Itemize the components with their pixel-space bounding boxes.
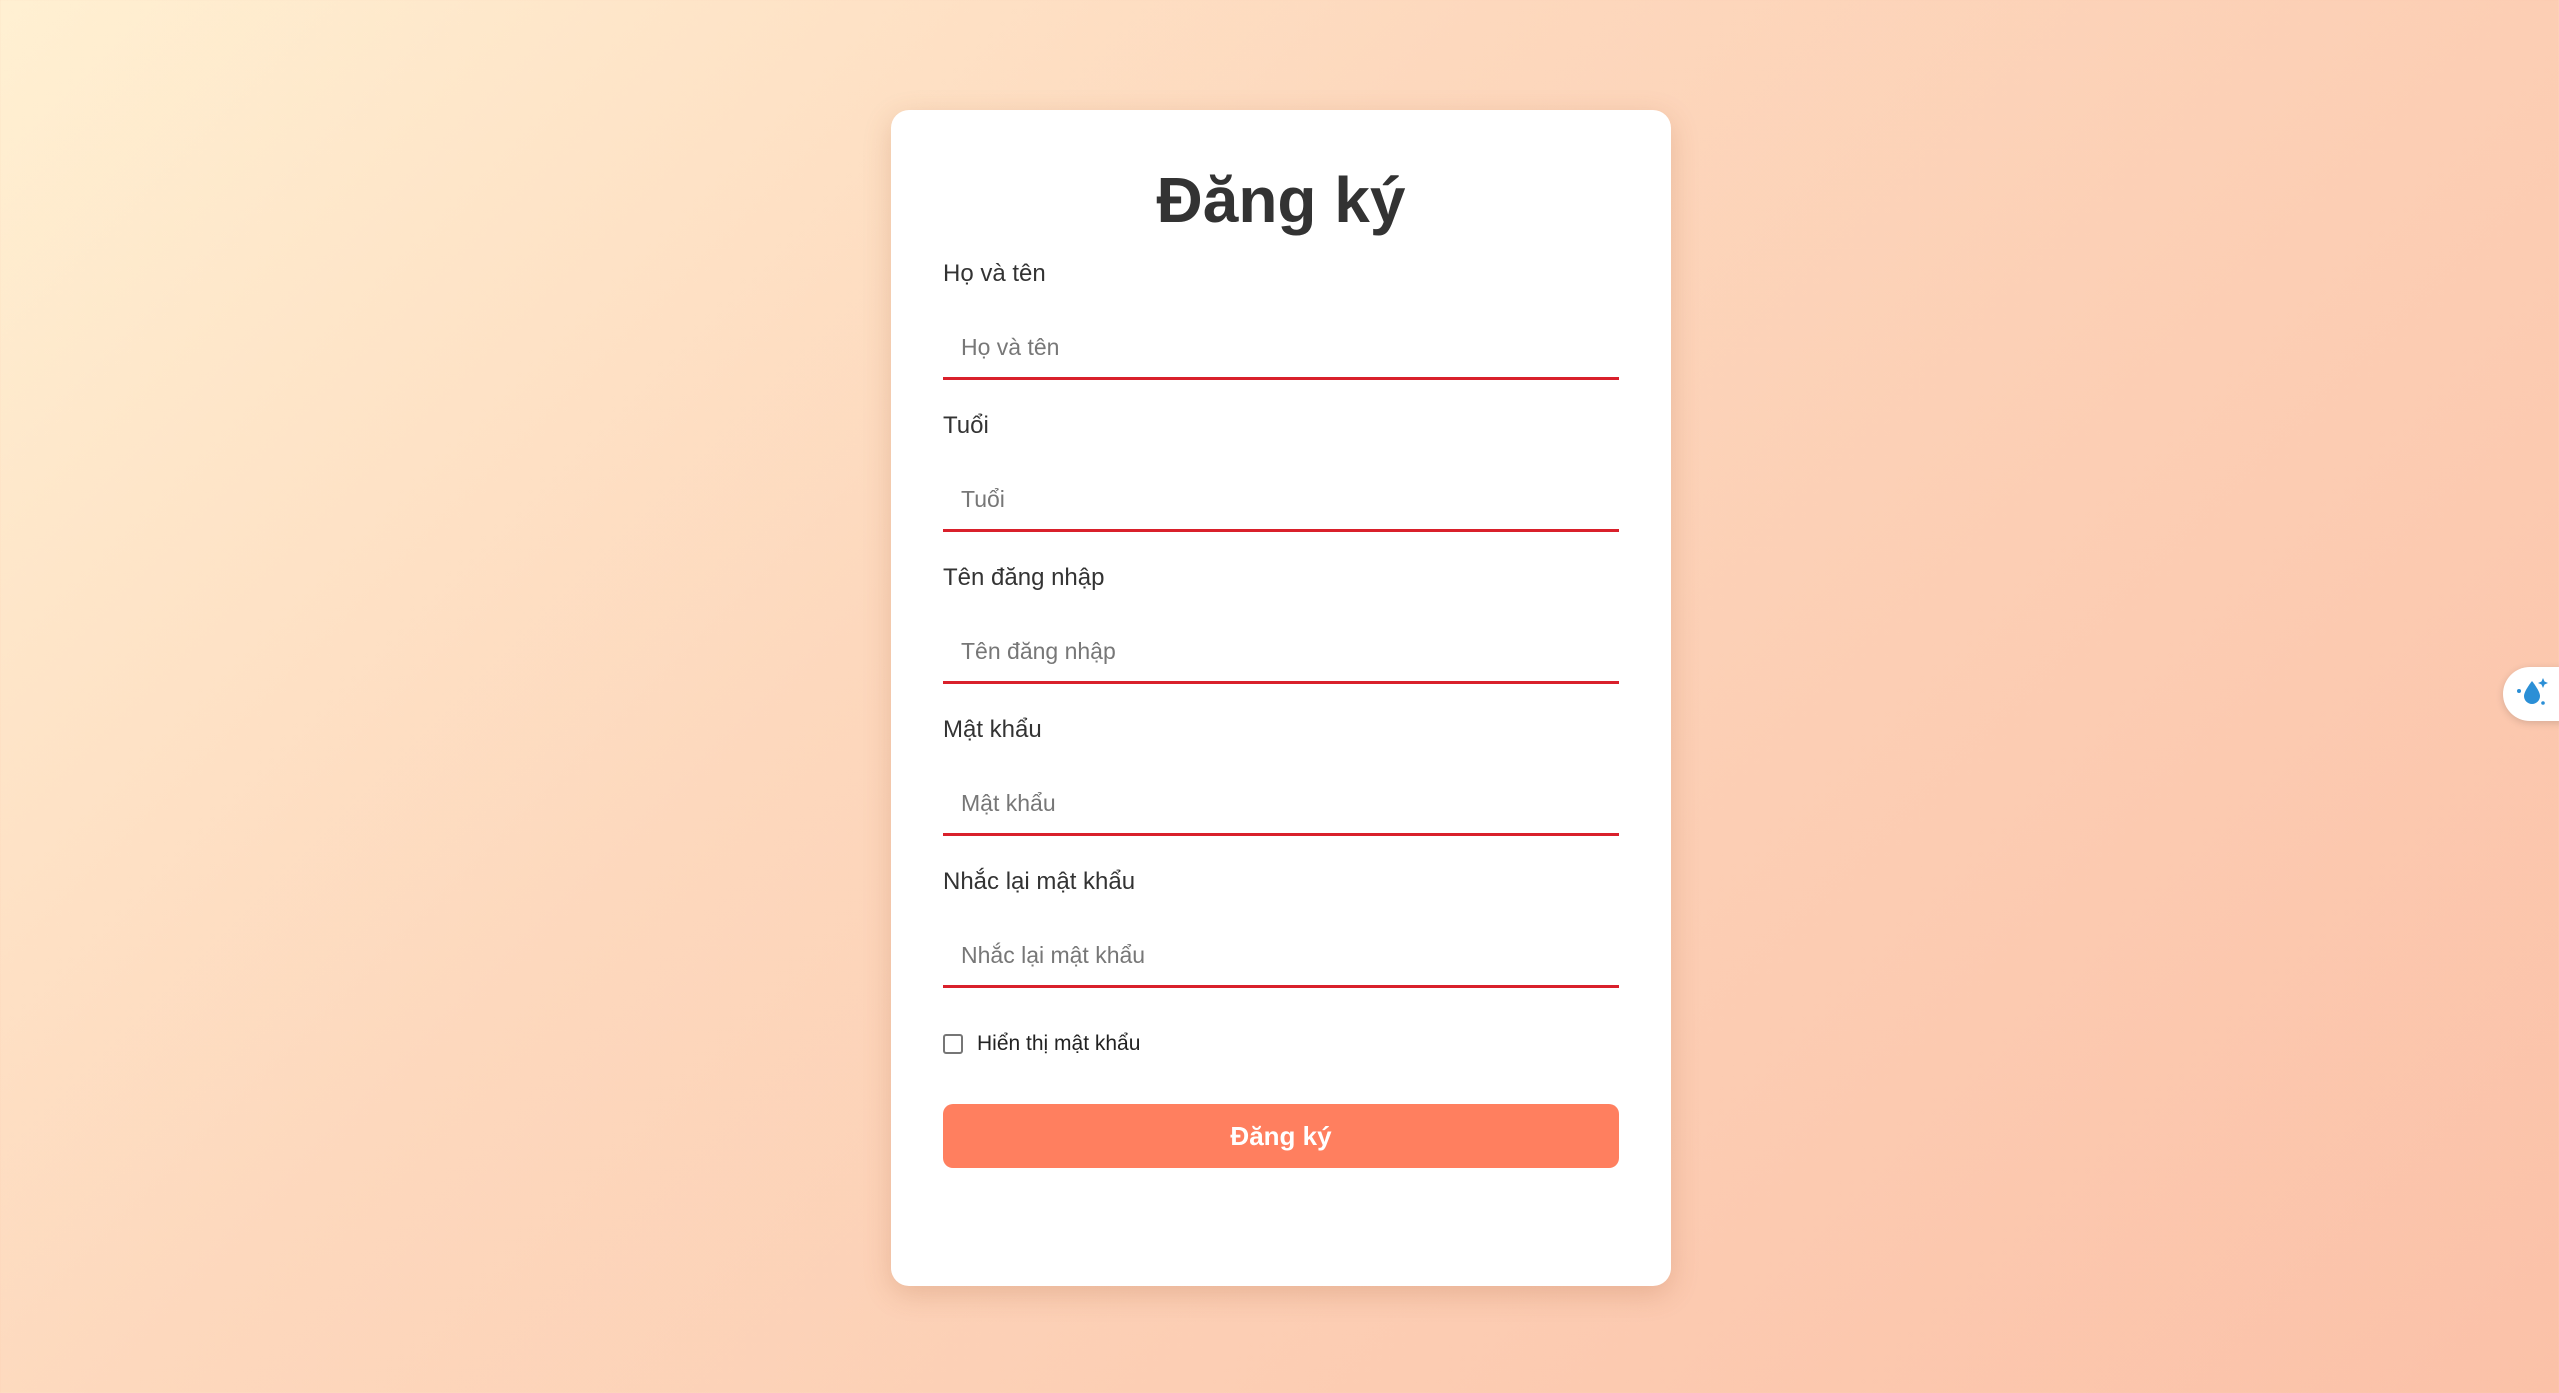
register-card: Đăng ký Họ và tên Tuổi Tên đăng nhập Mật… [891, 110, 1671, 1286]
username-input[interactable] [943, 622, 1619, 684]
username-label: Tên đăng nhập [943, 564, 1105, 591]
confirm-password-label: Nhắc lại mật khẩu [943, 868, 1136, 895]
show-password-checkbox[interactable] [943, 1034, 963, 1054]
show-password-label[interactable]: Hiển thị mật khẩu [977, 1032, 1140, 1056]
password-group: Mật khẩu [943, 714, 1619, 836]
username-group: Tên đăng nhập [943, 562, 1619, 684]
full-name-group: Họ và tên [943, 258, 1619, 380]
extension-floating-tab[interactable] [2503, 667, 2559, 721]
age-input[interactable] [943, 470, 1619, 532]
show-password-row: Hiển thị mật khẩu [943, 1032, 1619, 1056]
register-button[interactable]: Đăng ký [943, 1104, 1619, 1168]
full-name-input[interactable] [943, 318, 1619, 380]
page-title: Đăng ký [1156, 164, 1406, 236]
confirm-password-input[interactable] [943, 926, 1619, 988]
confirm-password-group: Nhắc lại mật khẩu [943, 866, 1619, 988]
age-label: Tuổi [943, 412, 989, 439]
water-drop-sparkle-icon [2513, 673, 2551, 716]
age-group: Tuổi [943, 410, 1619, 532]
password-input[interactable] [943, 774, 1619, 836]
full-name-label: Họ và tên [943, 260, 1046, 287]
password-label: Mật khẩu [943, 716, 1042, 743]
